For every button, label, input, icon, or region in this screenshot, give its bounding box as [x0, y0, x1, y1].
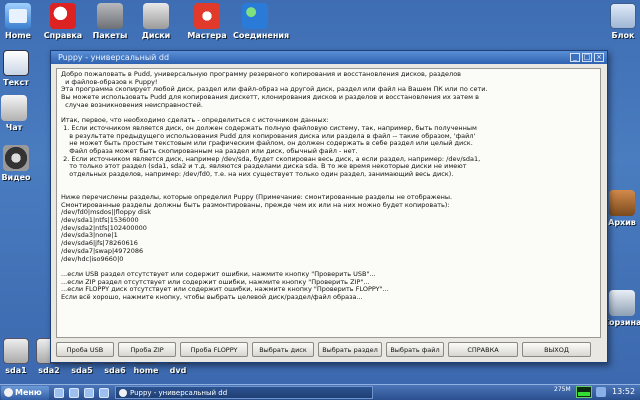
choose-partition-button[interactable]: Выбрать раздел [318, 342, 382, 357]
probe-usb-button[interactable]: Проба USB [56, 342, 114, 357]
taskbar-window-label: Puppy - универсальный dd [130, 388, 228, 397]
desktop-icon-label: Соединения [233, 31, 290, 40]
desktop-icon-help[interactable]: Справка [41, 3, 85, 40]
maximize-icon[interactable]: □ [582, 53, 592, 62]
start-menu-button[interactable]: Меню [1, 385, 49, 400]
desktop-icon-lock[interactable]: Блок [601, 3, 640, 40]
exit-button[interactable]: ВЫХОД [522, 342, 591, 357]
probe-zip-button[interactable]: Проба ZIP [118, 342, 176, 357]
desktop-icon-network[interactable]: Соединения [233, 3, 290, 40]
quicklaunch-icon[interactable] [99, 387, 109, 398]
desktop-icon-chat[interactable]: Чат [0, 95, 36, 132]
desktop-icon-label: Мастера [187, 31, 227, 40]
desktop-icon-video[interactable]: Видео [0, 145, 38, 182]
help-icon [50, 3, 76, 29]
text-line: Если всё хорошо, нажмите кнопку, чтобы в… [61, 292, 363, 301]
puppy-logo-icon [4, 388, 13, 397]
help-button[interactable]: СПРАВКА [448, 342, 518, 357]
desktop-icon-label: Диски [141, 31, 171, 40]
hard-drive-icon [3, 338, 29, 364]
home-icon [5, 3, 31, 29]
text-line: /dev/hdc|iso9660|0 [61, 254, 124, 263]
memory-indicator: 275M [554, 386, 571, 393]
desktop-icon-label: Чат [5, 123, 23, 132]
desktop-icon-label: Пакеты [92, 31, 128, 40]
action-button-row: Проба USB Проба ZIP Проба FLOPPY Выбрать… [56, 342, 601, 358]
text-line: /dev/sda2|ntfs|102400000 [61, 223, 147, 232]
choose-file-button[interactable]: Выбрать файл [386, 342, 444, 357]
window-titlebar[interactable]: Puppy - универсальный dd _ □ × [51, 51, 607, 64]
taskbar-window-button[interactable]: Puppy - универсальный dd [115, 386, 373, 399]
desktop-icon-label: Текст [3, 78, 29, 87]
pudd-window: Puppy - универсальный dd _ □ × Добро пож… [50, 50, 608, 363]
window-title: Puppy - универсальный dd [58, 53, 170, 62]
desktop-icon-label: Видео [1, 173, 31, 182]
archive-icon [609, 190, 635, 216]
probe-floppy-button[interactable]: Проба FLOPPY [180, 342, 248, 357]
clock: 13:52 [612, 387, 636, 396]
taskbar: Меню Puppy - универсальный dd [0, 384, 640, 400]
quicklaunch-icon[interactable] [84, 387, 94, 398]
packages-icon [97, 3, 123, 29]
text-line: отдельных разделов, например: /dev/fd0, … [61, 169, 454, 178]
quicklaunch-icon[interactable] [54, 387, 64, 398]
quicklaunch-icon[interactable] [69, 387, 79, 398]
video-icon [3, 145, 29, 171]
lock-icon [610, 3, 636, 29]
desktop-icon-label: Блок [611, 31, 635, 40]
info-text-area[interactable]: Добро пожаловать в Pudd, универсальную п… [56, 68, 601, 338]
desktop-icon-drives[interactable]: Диски [134, 3, 178, 40]
drive-label: dvd [169, 366, 187, 375]
desktop-icon-label: Home [5, 31, 31, 40]
desktop-icon-home[interactable]: Home [0, 3, 40, 40]
drives-icon [143, 3, 169, 29]
puppy-app-icon [119, 388, 127, 397]
wizard-icon [194, 3, 220, 29]
trash-icon [609, 290, 635, 316]
text-line [61, 179, 596, 187]
start-menu-label: Меню [15, 388, 42, 397]
desktop-icon-label: Справка [43, 31, 83, 40]
network-status-icon[interactable] [596, 387, 606, 397]
text-line: /dev/sda3|none|1 [61, 231, 118, 240]
minimize-icon[interactable]: _ [570, 53, 580, 62]
text-editor-icon [3, 50, 29, 76]
cpu-monitor-icon [576, 386, 592, 398]
close-icon[interactable]: × [594, 53, 604, 62]
desktop-icon-packages[interactable]: Пакеты [88, 3, 132, 40]
network-icon [242, 3, 268, 29]
text-line: /dev/sda7|swap|4972086 [61, 246, 144, 255]
desktop-icon-wizard[interactable]: Мастера [185, 3, 229, 40]
choose-drive-button[interactable]: Выбрать диск [252, 342, 314, 357]
text-line: /dev/fd0|msdos||floppy disk [61, 208, 151, 217]
chat-icon [1, 95, 27, 121]
desktop-icon-text[interactable]: Текст [0, 50, 38, 87]
text-line: случае возникновения неисправностей. [61, 100, 203, 109]
